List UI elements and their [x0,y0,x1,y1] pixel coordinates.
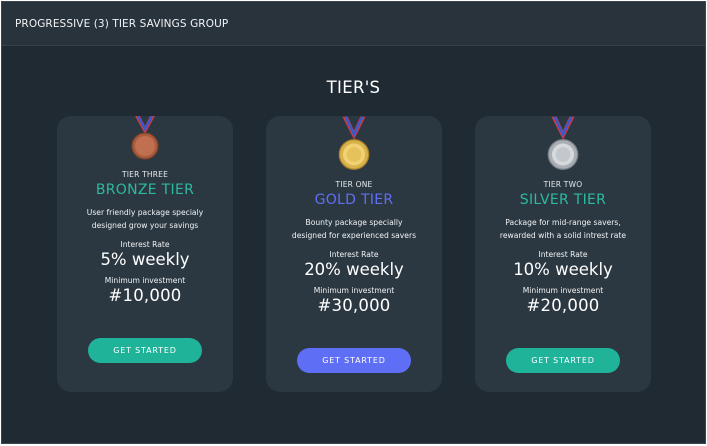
tier-card-gold: TIER ONE GOLD TIER Bounty package specia… [266,116,442,392]
tier-description-line: Package for mid-range savers, [505,218,621,227]
minimum-investment-value: #20,000 [526,296,600,315]
tier-description: Package for mid-range savers, rewarded w… [475,217,651,242]
interest-rate-label: Interest Rate [538,250,588,259]
interest-rate-value: 20% weekly [304,260,404,279]
get-started-button[interactable]: GET STARTED [88,338,202,363]
tier-code: TIER TWO [543,180,583,189]
tier-card-bronze: TIER THREE BRONZE TIER User friendly pac… [57,116,233,392]
minimum-investment-label: Minimum investment [522,286,604,295]
tier-card-silver: TIER TWO SILVER TIER Package for mid-ran… [475,116,651,392]
minimum-investment-label: Minimum investment [104,276,186,285]
app-title: PROGRESSIVE (3) TIER SAVINGS GROUP [15,17,229,30]
get-started-button[interactable]: GET STARTED [297,348,411,373]
section-title: TIER'S [326,78,381,97]
tier-description-line: designed for experienced savers [291,230,417,240]
silver-medal-icon [547,116,579,170]
tier-description-line: Bounty package specially [305,218,403,227]
tier-name: GOLD TIER [314,192,394,208]
tier-code: TIER ONE [335,180,373,189]
gold-medal-icon [338,116,370,170]
app-window: PROGRESSIVE (3) TIER SAVINGS GROUP TIER'… [1,1,706,444]
interest-rate-value: 10% weekly [513,260,613,279]
bronze-medal-icon [131,116,159,160]
interest-rate-value: 5% weekly [100,250,190,269]
get-started-button[interactable]: GET STARTED [506,348,620,373]
tier-description: Bounty package specially designed for ex… [266,217,442,242]
tier-name: SILVER TIER [519,192,607,208]
tier-description-line: rewarded with a solid intrest rate [499,230,627,240]
tier-description-line: User friendly package specialy [86,208,204,217]
minimum-investment-label: Minimum investment [313,286,395,295]
tier-description-line: designed grow your savings [91,220,199,230]
interest-rate-label: Interest Rate [329,250,379,259]
minimum-investment-value: #30,000 [317,296,391,315]
minimum-investment-value: #10,000 [108,286,182,305]
tier-code: TIER THREE [121,170,169,179]
top-bar: PROGRESSIVE (3) TIER SAVINGS GROUP [2,2,705,46]
interest-rate-label: Interest Rate [120,240,170,249]
tier-name: BRONZE TIER [95,182,195,198]
tier-description: User friendly package specialy designed … [57,207,233,232]
